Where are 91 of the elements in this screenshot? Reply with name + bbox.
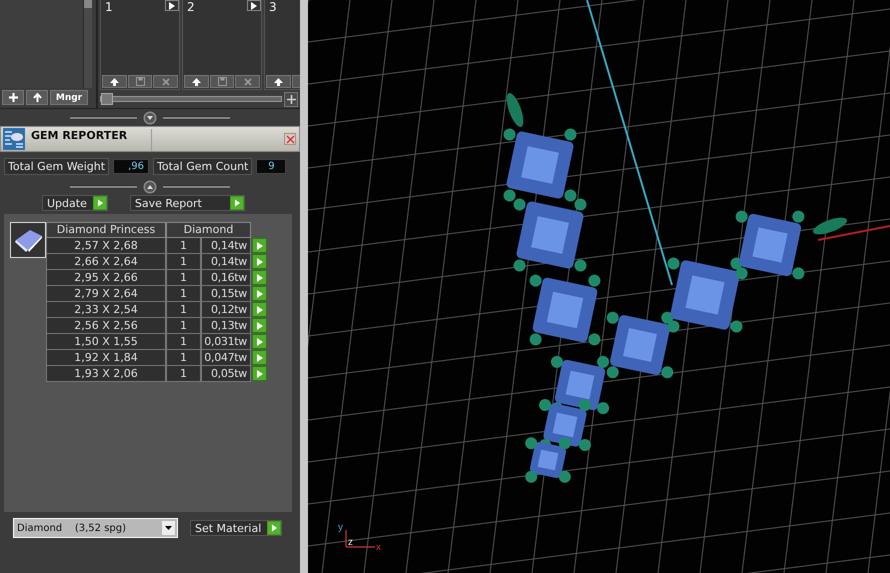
move-up-button[interactable] [266,75,291,88]
table-cell: 1 [166,238,201,254]
save-button[interactable] [128,75,152,88]
plus-icon [8,93,18,102]
table-cell: 0,05tw [201,366,251,382]
row-select-button[interactable] [252,334,267,349]
table-cell: 1,92 X 1,84 [46,350,166,366]
y-axis-label: y [338,522,343,533]
caret-icon [165,526,172,530]
table-cell: 2,56 X 2,56 [46,318,166,334]
panel-title: GEM REPORTER [27,129,152,151]
table-cell: 0,14tw [201,254,251,270]
column-header: Diamond Princess [46,222,166,238]
close-button[interactable] [284,133,296,145]
row-select-button[interactable] [252,350,267,365]
table-cell: 1 [166,286,201,302]
up-arrow-icon [32,93,42,102]
close-icon [286,134,294,144]
table-cell: 1 [166,254,201,270]
play-icon [92,196,107,210]
scrollbar[interactable] [83,0,92,88]
slot-number: 2 [187,0,195,14]
table-cell: 1 [166,318,201,334]
slider-thumb[interactable] [101,93,113,105]
set-material-button[interactable]: Set Material [190,520,282,536]
table-cell: 0,14tw [201,238,251,254]
save-button[interactable] [210,75,234,88]
table-cell: 0,13tw [201,318,251,334]
row-select-button[interactable] [252,254,267,269]
total-value: ,96 [113,159,150,174]
slot-play-button[interactable] [247,0,261,11]
save-report-button[interactable]: Save Report [130,195,245,211]
move-up-button[interactable] [184,75,209,88]
table-cell: 1,93 X 2,06 [46,366,166,382]
table-cell: 2,66 X 2,64 [46,254,166,270]
row-select-button[interactable] [252,270,267,285]
floppy-icon [136,77,144,86]
up-button[interactable] [26,90,48,105]
slot-number: 3 [269,0,277,14]
up-arrow-icon [192,78,201,86]
z-axis-label: z [348,537,353,548]
row-select-button[interactable] [252,286,267,301]
up-arrow-icon [110,78,119,86]
table-cell: 0,031tw [201,334,251,350]
delete-button[interactable] [153,75,178,88]
plus-icon [286,94,296,104]
total-label: Total Gem Count [153,158,252,175]
row-select-button[interactable] [252,238,267,253]
axis-gizmo-icon [345,529,376,548]
total-label: Total Gem Weight [4,158,110,175]
close-icon [244,78,252,86]
add-button[interactable] [2,90,24,105]
table-cell: 1,50 X 1,55 [46,334,166,350]
table-cell: 1 [166,302,201,318]
total-value: 9 [256,159,286,174]
table-cell: 2,33 X 2,54 [46,302,166,318]
table-cell: 0,16tw [201,270,251,286]
delete-button[interactable] [235,75,260,88]
table-cell: 1 [166,350,201,366]
x-axis-label: x [376,542,381,553]
table-cell: 0,12tw [201,302,251,318]
up-arrow-icon [274,78,283,86]
table-cell: 2,95 X 2,66 [46,270,166,286]
slot-number: 1 [105,0,113,14]
table-cell: 2,79 X 2,64 [46,286,166,302]
update-button[interactable]: Update [42,195,108,211]
row-select-button[interactable] [252,366,267,381]
table-cell: 0,047tw [201,350,251,366]
collapse-up-icon[interactable] [143,180,157,194]
table-cell: 2,57 X 2,68 [46,238,166,254]
row-select-button[interactable] [252,302,267,317]
row-select-button[interactable] [252,318,267,333]
play-icon [230,196,244,210]
table-cell: 0,15tw [201,286,251,302]
collapse-down-icon[interactable] [143,111,157,125]
close-icon [162,78,170,86]
table-cell: 1 [166,270,201,286]
move-up-button[interactable] [102,75,127,88]
report-icon [3,128,25,150]
table-cell: 1 [166,334,201,350]
material-dropdown[interactable]: Diamond (3,52 spg) [13,518,178,538]
gem-icon [10,222,46,258]
floppy-icon [218,77,226,86]
add-slot-button[interactable] [284,92,298,106]
play-icon [267,521,282,535]
slot-play-button[interactable] [165,0,179,11]
play-icon [169,2,175,10]
play-icon [251,2,257,10]
table-cell: 1 [166,366,201,382]
manager-button[interactable]: Mngr [50,90,88,105]
column-header: Diamond [166,222,251,238]
